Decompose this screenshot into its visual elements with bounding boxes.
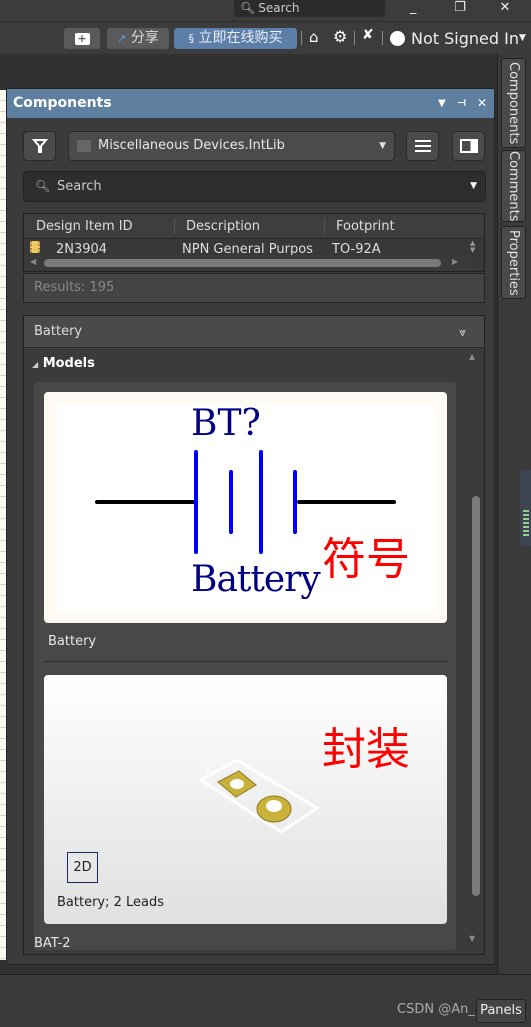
scroll-up-icon[interactable]: ▲: [469, 352, 475, 361]
comment-add-icon: +: [74, 33, 90, 45]
footprint-3d-view: ×: [198, 758, 320, 834]
minimize-button[interactable]: _: [398, 0, 428, 18]
models-heading[interactable]: ◢ Models: [32, 356, 95, 371]
models-list: BT? Battery 符号 Battery × 封装 2D Battery; …: [34, 382, 456, 951]
main-toolbar: + ↗ 分享 § 立即在线购买 ⌂ ⚙ ✘ Not Signed In ▼: [0, 22, 531, 54]
details-toggle-button[interactable]: [452, 131, 485, 161]
altium-logo-icon: §: [188, 32, 195, 45]
chevron-down-icon: ▼: [518, 33, 526, 43]
cell-id: 2N3904: [56, 242, 108, 256]
cell-description: NPN General Purpos: [182, 242, 313, 256]
origin-marker: ×: [203, 762, 213, 776]
pad-hole: [266, 800, 282, 812]
details-header[interactable]: Battery ⩔: [24, 316, 484, 348]
menu-lines-icon: [414, 140, 431, 152]
buy-online-label: 立即在线购买: [198, 30, 283, 46]
details-title: Battery: [34, 324, 83, 339]
gear-icon[interactable]: ⚙: [333, 27, 347, 46]
horizontal-scrollbar[interactable]: ◀ ▶: [24, 255, 474, 270]
models-title: Models: [42, 356, 95, 371]
user-menu[interactable]: Not Signed In ▼: [390, 26, 526, 50]
feedback-button[interactable]: +: [64, 28, 100, 49]
toolbar-divider: [354, 31, 355, 45]
global-search[interactable]: 🔍︎ Search: [234, 0, 385, 17]
split-view-icon: [459, 139, 478, 153]
funnel-icon: [31, 139, 48, 153]
footprint-description: Battery; 2 Leads: [57, 895, 165, 910]
search-placeholder: Search: [57, 179, 102, 194]
component-icon: [30, 241, 40, 253]
panel-menu-icon[interactable]: ▼: [438, 89, 446, 118]
search-icon: 🔍︎: [240, 1, 256, 15]
scroll-right-icon[interactable]: ▶: [452, 257, 458, 266]
search-icon: 🔍︎: [35, 179, 51, 193]
scroll-left-icon[interactable]: ◀: [30, 257, 36, 266]
level-meter-icon: [520, 470, 531, 546]
row-scroll-arrows-icon[interactable]: ▲ ▼: [470, 240, 475, 254]
details-section: Battery ⩔ ◢ Models ▲ BT? Battery 符号 Batt…: [23, 315, 485, 955]
column-header-description[interactable]: Description: [186, 214, 260, 239]
footprint-annotation: 封装: [322, 724, 410, 775]
pin-icon[interactable]: ⊣: [457, 89, 466, 118]
global-search-label: Search: [258, 1, 300, 15]
components-grid: Design Item ID Description Footprint 2N3…: [23, 213, 485, 272]
home-icon[interactable]: ⌂: [309, 28, 319, 46]
footprint-model-label: BAT-2: [34, 936, 71, 951]
symbol-comment: Battery: [191, 559, 321, 600]
symbol-preview-card[interactable]: BT? Battery 符号: [44, 392, 447, 623]
share-arrow-icon: ↗: [117, 32, 127, 45]
side-tab-properties[interactable]: Properties: [501, 226, 526, 299]
components-panel: Components ▼ ⊣ ✕ Miscellaneous Devices.I…: [6, 88, 495, 965]
expand-triangle-icon: ◢: [32, 360, 39, 369]
chevron-down-icon: ▼: [470, 181, 477, 191]
cell-footprint: TO-92A: [332, 242, 381, 256]
close-icon[interactable]: ✕: [477, 89, 487, 118]
side-tab-comments[interactable]: Comments: [501, 150, 526, 222]
library-dropdown[interactable]: Miscellaneous Devices.IntLib ▼: [68, 131, 395, 161]
footprint-preview-card[interactable]: × 封装 2D Battery; 2 Leads: [44, 675, 447, 924]
list-view-button[interactable]: [406, 131, 439, 161]
library-name: Miscellaneous Devices.IntLib: [98, 138, 285, 153]
panel-header: Components ▼ ⊣ ✕: [7, 89, 494, 118]
column-header-id[interactable]: Design Item ID: [36, 214, 133, 239]
user-label: Not Signed In: [411, 28, 519, 48]
buy-online-button[interactable]: § 立即在线购买: [174, 28, 297, 49]
symbol-designator: BT?: [191, 403, 261, 444]
silkscreen-outline: [198, 758, 320, 834]
column-divider[interactable]: [324, 218, 325, 234]
filter-button[interactable]: [23, 131, 56, 161]
title-bar: 🔍︎ Search _ ❐ ✕: [0, 0, 531, 22]
close-window-button[interactable]: ✕: [490, 0, 520, 18]
column-header-footprint[interactable]: Footprint: [336, 214, 395, 239]
share-label: 分享: [130, 30, 159, 46]
toolbar-divider: [301, 31, 302, 45]
panel-title: Components: [13, 95, 112, 111]
notifications-off-icon[interactable]: ✘: [362, 27, 374, 43]
library-icon: [77, 140, 91, 152]
model-divider: [44, 661, 447, 662]
scroll-thumb[interactable]: [44, 259, 441, 267]
side-panel-tabs: Components Comments Properties: [497, 54, 531, 974]
status-bar: CSDN @An_m... Panels: [0, 974, 531, 1027]
view-2d-button[interactable]: 2D: [67, 852, 98, 883]
column-divider[interactable]: [174, 218, 175, 234]
share-button[interactable]: ↗ 分享: [107, 28, 169, 49]
symbol-annotation: 符号: [322, 534, 410, 585]
symbol-model-label: Battery: [48, 634, 97, 649]
maximize-button[interactable]: ❐: [445, 0, 475, 18]
search-input[interactable]: 🔍︎ Search ▼: [23, 171, 486, 202]
vertical-scroll-thumb[interactable]: [472, 496, 480, 896]
user-avatar-icon: [390, 30, 405, 46]
pad-hole: [230, 779, 244, 789]
toolbar-divider: [382, 31, 383, 45]
panels-button[interactable]: Panels: [476, 999, 526, 1023]
results-count: Results: 195: [23, 273, 485, 303]
side-tab-components[interactable]: Components: [501, 58, 526, 148]
chevron-down-icon: ▼: [379, 141, 386, 151]
scroll-down-icon[interactable]: ▼: [469, 934, 475, 943]
collapse-double-chevron-icon[interactable]: ⩔: [459, 316, 466, 348]
